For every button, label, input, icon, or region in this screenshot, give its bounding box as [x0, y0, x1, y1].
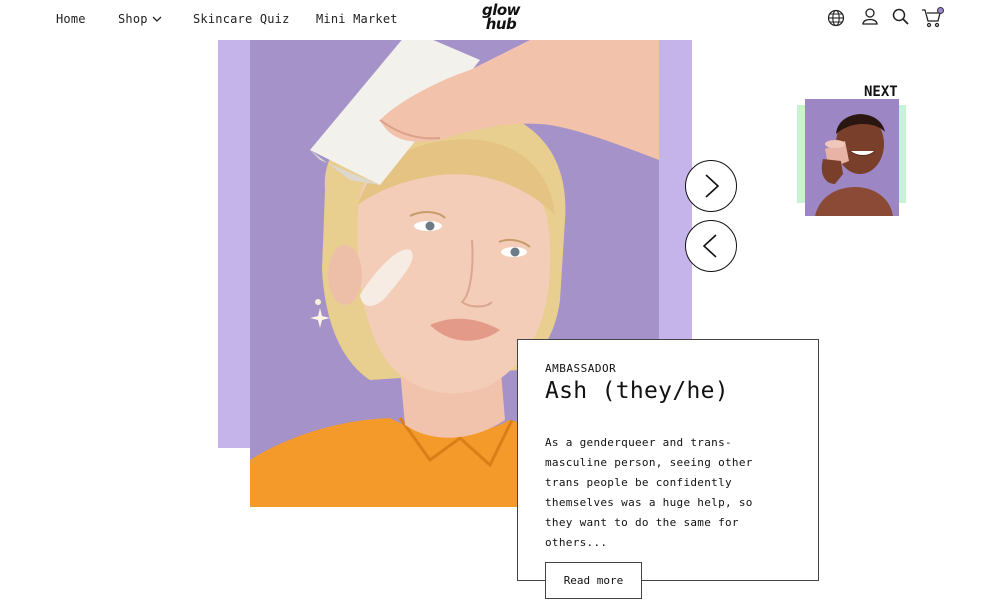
- next-label: NEXT: [864, 84, 898, 100]
- brand-logo[interactable]: glow hub: [478, 3, 524, 33]
- cart-icon[interactable]: [921, 7, 944, 29]
- cart-count-badge: [937, 7, 944, 14]
- ambassador-role: AMBASSADOR: [545, 362, 617, 375]
- ambassador-card: AMBASSADOR Ash (they/he) As a genderquee…: [517, 339, 819, 581]
- user-icon[interactable]: [860, 7, 882, 29]
- read-more-button[interactable]: Read more: [545, 562, 642, 599]
- prev-slide-button[interactable]: [685, 220, 737, 272]
- next-ambassador-thumbnail[interactable]: [805, 99, 899, 216]
- nav-shop-label: Shop: [118, 12, 148, 26]
- nav-home[interactable]: Home: [56, 12, 86, 26]
- nav-mini-market[interactable]: Mini Market: [316, 12, 398, 26]
- ambassador-quote: As a genderqueer and trans-masculine per…: [545, 436, 753, 549]
- globe-icon[interactable]: [827, 9, 849, 31]
- search-icon[interactable]: [891, 7, 913, 29]
- chevron-left-icon: [702, 234, 717, 258]
- nav-shop[interactable]: Shop: [118, 12, 163, 26]
- next-slide-button[interactable]: [685, 160, 737, 212]
- chevron-right-icon: [705, 174, 720, 198]
- ambassador-name: Ash (they/he): [545, 378, 729, 404]
- chevron-down-icon: [152, 16, 162, 22]
- nav-skincare-quiz[interactable]: Skincare Quiz: [193, 12, 290, 26]
- top-nav: Home Shop Skincare Quiz Mini Market glow…: [0, 0, 1000, 40]
- logo-line2: hub: [485, 15, 517, 33]
